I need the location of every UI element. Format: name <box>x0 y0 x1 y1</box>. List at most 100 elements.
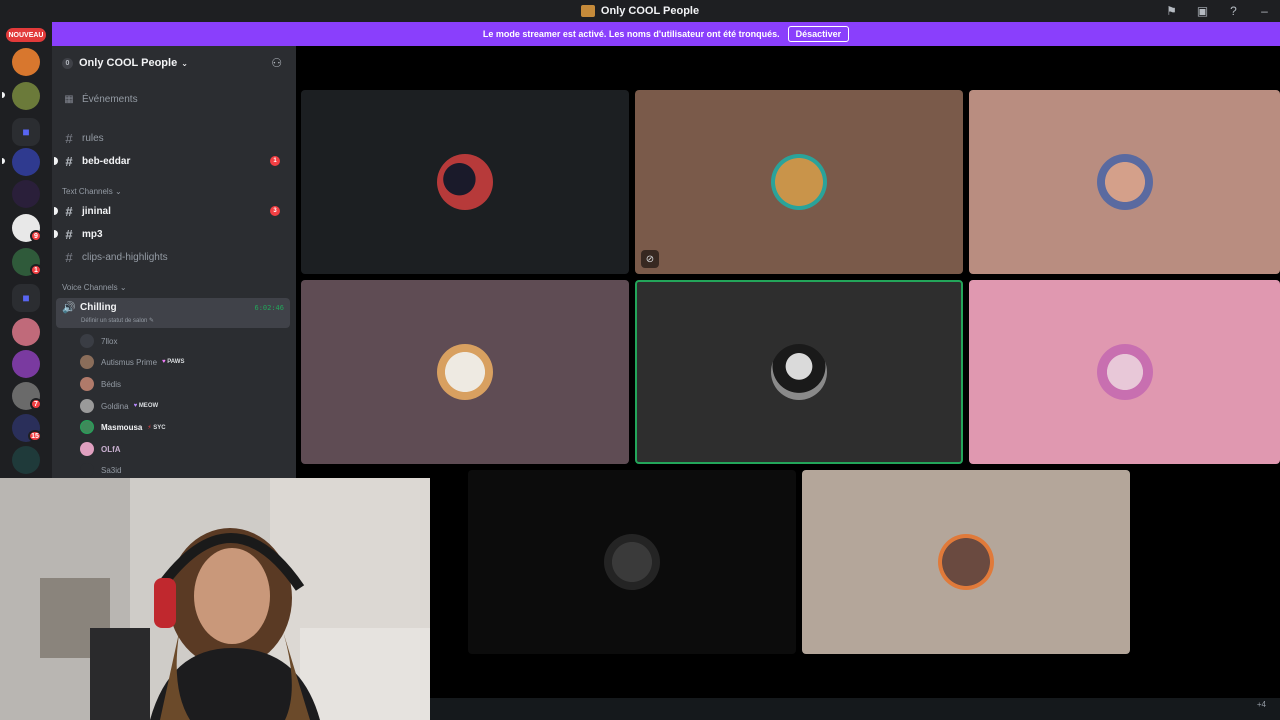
clan-tag: ♥ PAWS <box>162 359 184 365</box>
heart-icon: ♥ <box>133 403 138 409</box>
avatar <box>771 154 827 210</box>
unread-pill <box>2 92 5 98</box>
category-text-channels[interactable]: Text Channels ⌄ <box>62 187 122 196</box>
avatar <box>771 344 827 400</box>
server-icon[interactable] <box>12 48 40 76</box>
avatar <box>1096 154 1153 210</box>
voice-user[interactable]: Sa3id <box>80 460 121 480</box>
server-icon <box>580 5 595 17</box>
avatar <box>80 399 94 413</box>
voice-user[interactable]: Autismus Prime ♥ PAWS ⊘ <box>80 352 296 372</box>
disable-streamer-button[interactable]: Désactiver <box>787 26 850 42</box>
server-icon[interactable] <box>12 180 40 208</box>
channel-clips-and-highlights[interactable]: # clips-and-highlights <box>56 246 290 268</box>
category-label: Voice Channels <box>62 283 118 292</box>
voice-user-name: Bédis <box>101 379 122 389</box>
channel-mp3[interactable]: # mp3 <box>54 223 290 245</box>
server-icon[interactable] <box>12 318 40 346</box>
mention-badge: 15 <box>28 430 42 442</box>
voice-user[interactable]: Bédis <box>80 374 121 394</box>
avatar <box>938 534 994 590</box>
voice-channel-status[interactable]: Définir un statut de salon ✎ <box>81 317 154 324</box>
participant-tile[interactable] <box>969 90 1280 274</box>
voice-user-name: OLfA <box>101 444 121 454</box>
voice-user[interactable]: Goldina ♥ MEOW <box>80 396 158 416</box>
avatar <box>80 463 94 477</box>
participant-tile[interactable] <box>301 280 629 464</box>
channel-name: clips-and-highlights <box>82 251 168 263</box>
window-titlebar: Only COOL People ⚑ ▣ ? – <box>0 0 1280 22</box>
calendar-icon: ▦ <box>64 93 74 105</box>
server-name: Only COOL People <box>79 57 178 69</box>
voice-timer: 6:02:46 <box>254 304 284 312</box>
participant-tile[interactable] <box>969 280 1280 464</box>
channel-name: mp3 <box>82 228 103 240</box>
channel-name: beb-eddar <box>82 155 131 167</box>
chevron-down-icon: ⌄ <box>114 187 122 196</box>
avatar <box>80 355 94 369</box>
streamer-mode-text: Le mode streamer est activé. Les noms d'… <box>482 29 780 39</box>
voice-user-name: Sa3id <box>101 465 122 475</box>
channel-beb-eddar[interactable]: # beb-eddar 1 <box>54 150 290 172</box>
webcam-overlay <box>0 478 430 720</box>
hash-icon: # <box>65 249 73 265</box>
participant-tile[interactable] <box>468 470 796 654</box>
participant-tile-speaking[interactable] <box>635 280 963 464</box>
avatar <box>604 534 660 590</box>
avatar <box>1096 344 1153 400</box>
avatar <box>80 377 94 391</box>
mention-badge: 1 <box>30 264 42 276</box>
clan-tag-text: SYC <box>153 424 166 431</box>
pencil-icon: ✎ <box>149 318 155 324</box>
boost-icon: 0 <box>62 57 73 69</box>
chevron-down-icon: ⌄ <box>181 58 188 68</box>
invite-icon[interactable]: ⚇ <box>271 56 282 70</box>
server-icon[interactable] <box>12 82 40 110</box>
help-icon[interactable]: ? <box>1218 4 1249 18</box>
unread-indicator <box>54 157 58 165</box>
folder-icon[interactable]: ■ <box>12 118 40 146</box>
hash-icon: # <box>65 153 73 169</box>
voice-user[interactable]: 7llox <box>80 331 117 351</box>
screen-icon[interactable]: ▣ <box>1187 4 1218 18</box>
avatar <box>80 334 94 348</box>
hash-icon: # <box>65 130 73 146</box>
participant-tile[interactable] <box>301 90 629 274</box>
channel-name: rules <box>82 132 104 144</box>
unread-pill <box>2 158 5 164</box>
participant-tile[interactable] <box>802 470 1130 654</box>
flag-icon[interactable]: ⚑ <box>1156 4 1187 18</box>
events-item[interactable]: ▦ Événements <box>56 88 290 110</box>
new-badge[interactable]: NOUVEAU <box>6 28 46 42</box>
minimize-icon[interactable]: – <box>1249 4 1280 18</box>
mention-badge: 1 <box>270 156 280 166</box>
participant-tile[interactable]: ⊘ <box>635 90 963 274</box>
lightning-icon: ⚡ <box>147 424 152 431</box>
channel-sidebar: 0 Only COOL People ⌄ ⚇ ▦ Événements # ru… <box>52 46 296 480</box>
channel-jininal[interactable]: # jininal 3 <box>54 200 290 222</box>
server-icon[interactable] <box>12 446 40 474</box>
overflow-count[interactable]: +4 <box>1257 700 1266 709</box>
titlebar-controls: ⚑ ▣ ? – <box>1156 0 1280 22</box>
speaker-icon: 🔊 <box>62 302 76 314</box>
voice-channel-name: Chilling <box>80 302 117 313</box>
window-title: Only COOL People <box>580 5 699 17</box>
voice-user[interactable]: OLfA <box>80 439 121 459</box>
server-header[interactable]: 0 Only COOL People ⌄ ⚇ <box>52 46 296 80</box>
chevron-down-icon: ⌄ <box>119 283 127 292</box>
server-icon[interactable] <box>12 148 40 176</box>
channel-rules[interactable]: # rules <box>56 127 290 149</box>
voice-user-name: 7llox <box>101 336 118 346</box>
clan-tag-text: MEOW <box>138 403 159 409</box>
bottom-strip <box>430 698 1280 720</box>
clan-tag-text: PAWS <box>167 359 185 365</box>
category-voice-channels[interactable]: Voice Channels ⌄ <box>62 283 127 292</box>
heart-icon: ♥ <box>162 359 166 365</box>
mention-badge: 3 <box>270 206 280 216</box>
mention-badge: 9 <box>30 230 42 242</box>
voice-user[interactable]: Masmousa ⚡ SYC <box>80 417 166 437</box>
hash-icon: # <box>65 203 73 219</box>
voice-channel-chilling[interactable]: 🔊 Chilling Définir un statut de salon ✎ … <box>56 298 290 328</box>
folder-icon[interactable]: ■ <box>12 284 40 312</box>
server-icon[interactable] <box>12 350 40 378</box>
